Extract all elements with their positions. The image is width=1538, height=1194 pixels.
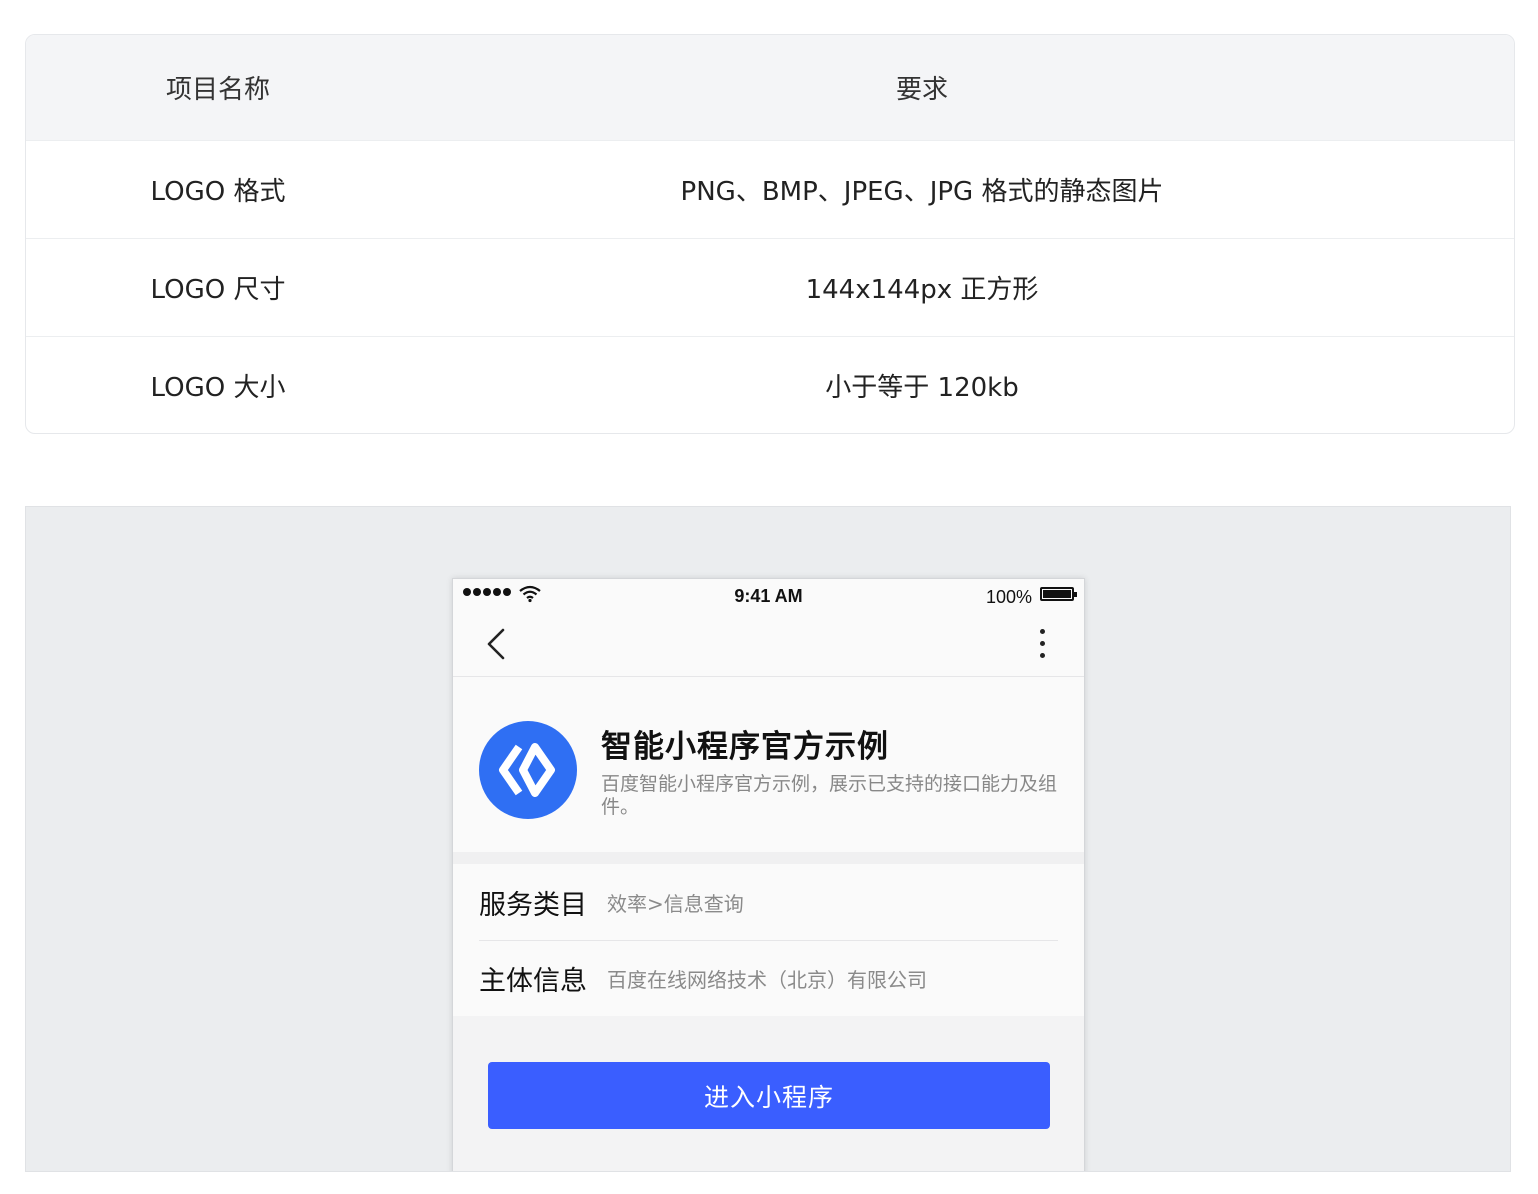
row-item-name: LOGO 尺寸 [150,275,286,305]
app-logo-icon [479,721,577,819]
battery-percentage: 100% [985,587,1032,607]
enter-mini-program-button[interactable]: 进入小程序 [488,1062,1050,1129]
row-item-name: LOGO 大小 [150,373,286,403]
row-requirement: PNG、BMP、JPEG、JPG 格式的静态图片 [680,177,1164,207]
info-label: 服务类目 [479,889,587,921]
phone-mockup: 9:41 AM 100% 智能小程序官方示例 百度智能小程序官方示例，展示已支持… [452,578,1085,1171]
row-item-name: LOGO 格式 [150,177,286,207]
preview-panel: 9:41 AM 100% 智能小程序官方示例 百度智能小程序官方示例，展示已支持… [25,506,1511,1172]
app-detail-list: 服务类目 效率>信息查询 主体信息 百度在线网络技术（北京）有限公司 [453,864,1084,1016]
info-value: 百度在线网络技术（北京）有限公司 [607,968,927,992]
app-name: 智能小程序官方示例 [601,729,889,765]
table-header: 项目名称 要求 [26,35,1514,140]
logo-requirements-table: 项目名称 要求 LOGO 格式 PNG、BMP、JPEG、JPG 格式的静态图片… [25,34,1515,434]
info-value: 效率>信息查询 [607,891,744,916]
app-description: 百度智能小程序官方示例，展示已支持的接口能力及组件。 [601,773,1058,818]
list-item: 主体信息 百度在线网络技术（北京）有限公司 [479,940,1058,1016]
back-chevron-icon[interactable] [483,627,513,661]
status-bar: 9:41 AM 100% [453,579,1084,611]
nav-bar [453,611,1084,677]
more-options-icon[interactable] [1030,629,1054,663]
table-row: LOGO 尺寸 144x144px 正方形 [26,238,1514,336]
enter-area: 进入小程序 [453,1016,1084,1171]
battery-icon [1040,587,1077,601]
table-row: LOGO 格式 PNG、BMP、JPEG、JPG 格式的静态图片 [26,140,1514,238]
list-item: 服务类目 效率>信息查询 [479,864,1058,940]
row-requirement: 144x144px 正方形 [805,275,1039,305]
info-label: 主体信息 [479,966,587,997]
header-item-name: 项目名称 [165,75,270,105]
app-info-card: 智能小程序官方示例 百度智能小程序官方示例，展示已支持的接口能力及组件。 [453,677,1084,864]
table-row: LOGO 大小 小于等于 120kb [26,336,1514,433]
header-requirement: 要求 [895,75,948,105]
row-requirement: 小于等于 120kb [825,373,1019,403]
